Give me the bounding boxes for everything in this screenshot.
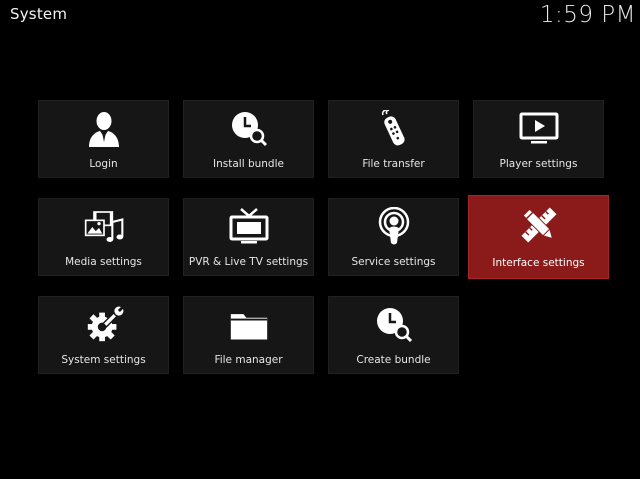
tile-service-settings[interactable]: Service settings [328, 198, 459, 276]
folder-icon [229, 305, 269, 345]
tile-label: Install bundle [213, 158, 284, 170]
tile-install-bundle[interactable]: Install bundle [183, 100, 314, 178]
tile-label: Service settings [351, 256, 436, 268]
tile-player-settings[interactable]: Player settings [473, 100, 604, 178]
tv-play-icon [519, 109, 559, 149]
tile-system-settings[interactable]: System settings [38, 296, 169, 374]
clock: 1:59 PM [539, 2, 636, 28]
tile-label: File manager [214, 354, 283, 366]
tile-interface-settings[interactable]: Interface settings [468, 195, 609, 279]
tile-label: Interface settings [492, 257, 585, 269]
tile-label: File transfer [362, 158, 425, 170]
tile-file-manager[interactable]: File manager [183, 296, 314, 374]
clock-search-icon [374, 305, 414, 345]
tile-create-bundle[interactable]: Create bundle [328, 296, 459, 374]
tile-label: Create bundle [356, 354, 431, 366]
tile-label: Media settings [65, 256, 142, 268]
tile-label: System settings [61, 354, 146, 366]
tile-label: Login [89, 158, 118, 170]
pencil-ruler-icon [519, 205, 559, 245]
gear-wrench-icon [84, 305, 124, 345]
remote-control-icon [374, 109, 414, 149]
system-screen: System 1:59 PM Login Install bundle File… [0, 0, 640, 479]
tile-login[interactable]: Login [38, 100, 169, 178]
tile-file-transfer[interactable]: File transfer [328, 100, 459, 178]
clock-search-icon [229, 109, 269, 149]
page-title: System [10, 5, 68, 23]
tile-label: PVR & Live TV settings [188, 256, 309, 268]
user-icon [84, 109, 124, 149]
media-icon [84, 207, 124, 247]
tv-antenna-icon [229, 207, 269, 247]
tile-pvr-live-tv-settings[interactable]: PVR & Live TV settings [183, 198, 314, 276]
tile-media-settings[interactable]: Media settings [38, 198, 169, 276]
tile-label: Player settings [499, 158, 578, 170]
podcast-icon [374, 207, 414, 247]
